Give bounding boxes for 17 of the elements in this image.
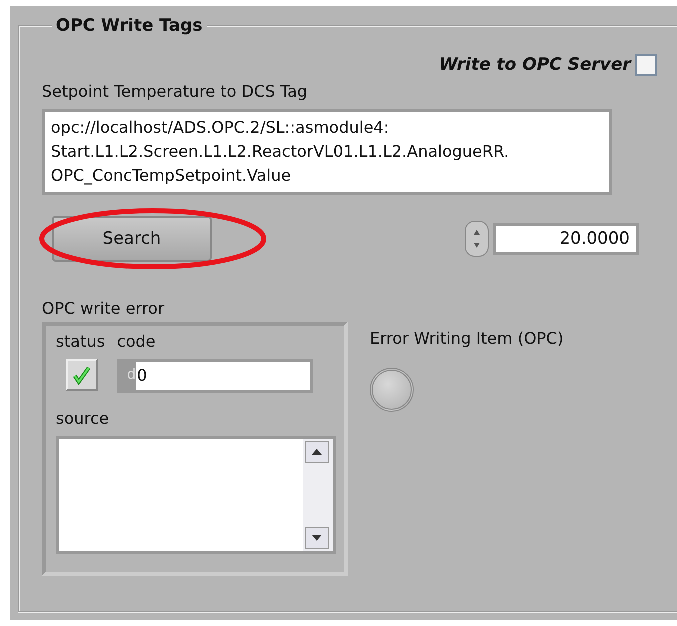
tag-path-field[interactable]: opc://localhost/ADS.OPC.2/SL::asmodule4: Start.L1.L2.Screen.L1.L2.ReactorVL01.L1.L2.AnalogueRR. OPC_ConcTempSetpoint.Value bbox=[42, 109, 612, 195]
code-label: code bbox=[117, 332, 157, 351]
source-field[interactable] bbox=[56, 436, 336, 554]
checkbox-label: Write to OPC Server bbox=[439, 55, 631, 75]
field-label: Setpoint Temperature to DCS Tag bbox=[42, 82, 309, 101]
write-checkbox[interactable] bbox=[635, 54, 657, 76]
cluster-label: OPC write error bbox=[42, 299, 166, 318]
increment-decrement-icon[interactable] bbox=[465, 221, 489, 257]
code-field[interactable]: 0 bbox=[136, 362, 310, 390]
setpoint-field[interactable]: 20.0000 bbox=[493, 223, 639, 255]
group-title: OPC Write Tags bbox=[55, 16, 204, 36]
scroll-up-icon[interactable] bbox=[305, 441, 329, 463]
search-button[interactable]: Search bbox=[52, 216, 212, 262]
scroll-down-icon[interactable] bbox=[305, 527, 329, 549]
led-label: Error Writing Item (OPC) bbox=[370, 329, 564, 348]
status-label: status bbox=[56, 332, 106, 351]
source-label: source bbox=[56, 409, 110, 428]
